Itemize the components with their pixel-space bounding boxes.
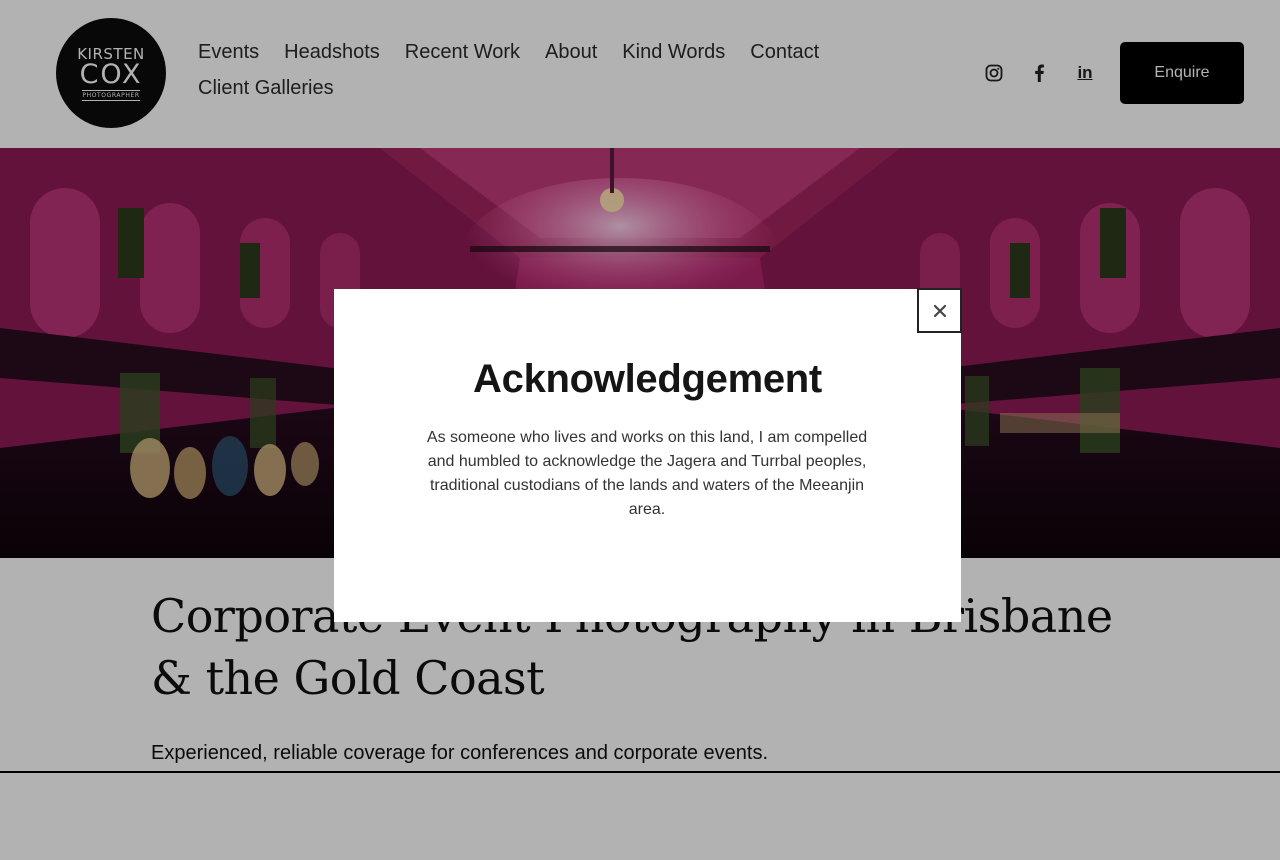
acknowledgement-modal: Acknowledgement As someone who lives and… <box>334 288 962 622</box>
close-icon <box>933 304 946 317</box>
modal-close-button[interactable] <box>917 288 962 333</box>
modal-body: As someone who lives and works on this l… <box>426 429 868 518</box>
modal-title: Acknowledgement <box>473 357 822 401</box>
